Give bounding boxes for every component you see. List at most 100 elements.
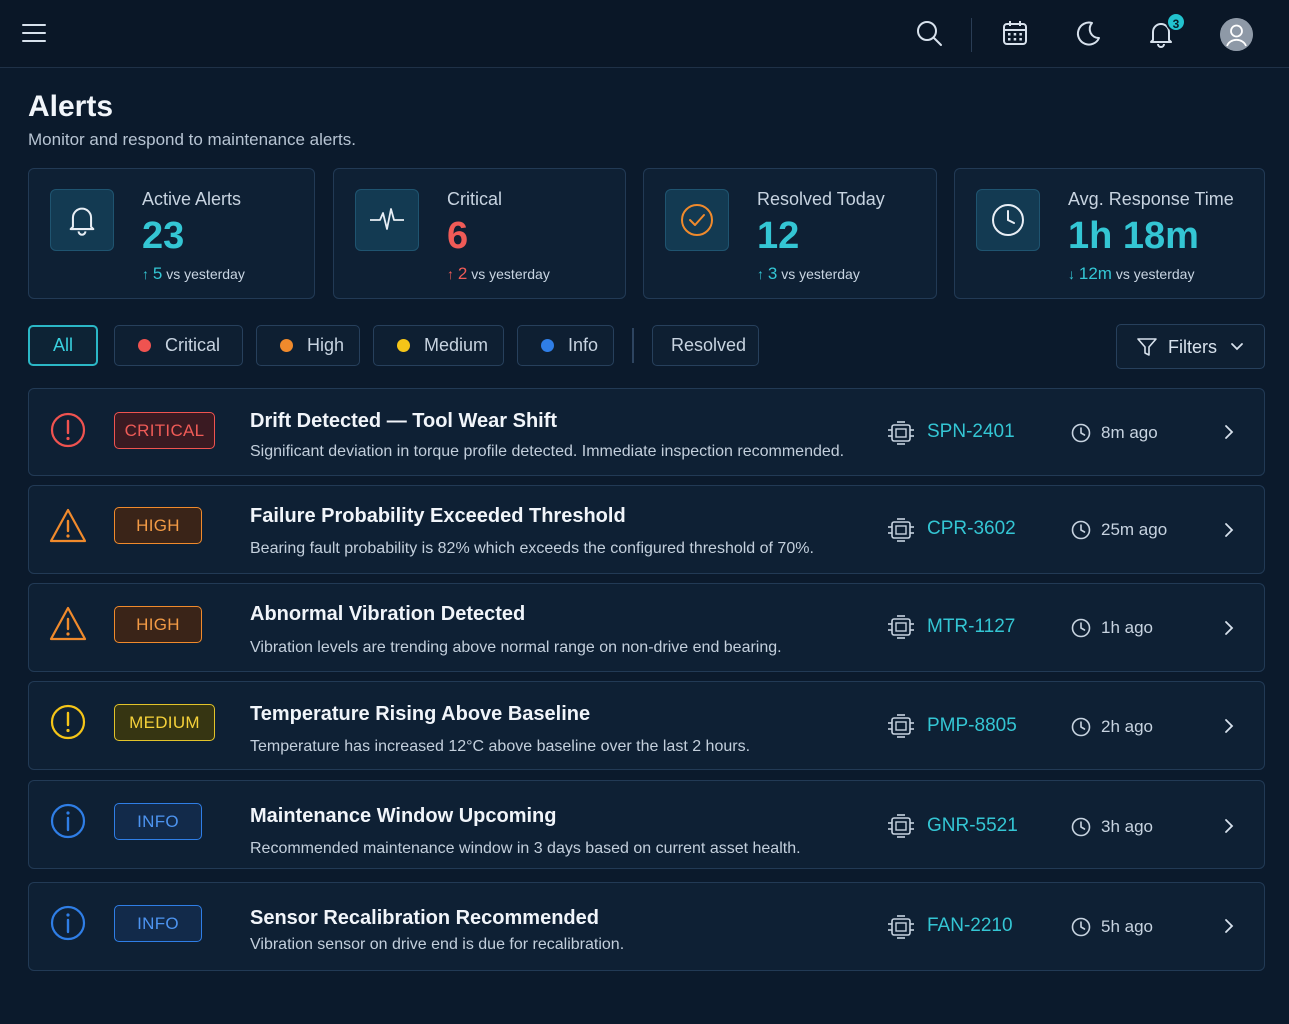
clock-icon <box>1071 520 1091 540</box>
alert-title: Drift Detected — Tool Wear Shift <box>250 410 558 432</box>
funnel-icon <box>1137 338 1157 356</box>
filters-button[interactable]: Filters <box>1116 324 1265 369</box>
alert-description: Bearing fault probability is 82% which e… <box>250 540 814 557</box>
medium-dot-icon <box>397 339 410 352</box>
toolbar-divider <box>971 18 972 52</box>
stat-card-resolved-today: Resolved Today 12 ↑ 3 vs yesterday <box>643 168 937 299</box>
arrow-down-icon: ↓ <box>1068 266 1075 282</box>
clock-icon <box>1071 423 1091 443</box>
chevron-right-icon[interactable] <box>1222 718 1236 734</box>
stat-card-active-alerts: Active Alerts 23 ↑ 5 vs yesterday <box>28 168 315 299</box>
chevron-right-icon[interactable] <box>1222 620 1236 636</box>
stat-delta: ↓ 12m vs yesterday <box>1068 264 1195 283</box>
warning-triangle-icon <box>49 605 87 643</box>
filter-tab-medium[interactable]: Medium <box>373 325 504 366</box>
stat-delta: ↑ 3 vs yesterday <box>757 264 860 283</box>
arrow-up-icon: ↑ <box>142 266 149 282</box>
moon-icon[interactable] <box>1073 18 1103 48</box>
clock-icon <box>1071 917 1091 937</box>
chevron-right-icon[interactable] <box>1222 918 1236 934</box>
alert-description: Vibration sensor on drive end is due for… <box>250 936 625 953</box>
filters-button-label: Filters <box>1168 337 1217 357</box>
chevron-right-icon[interactable] <box>1222 522 1236 538</box>
alert-description: Significant deviation in torque profile … <box>250 443 845 460</box>
alert-time: 8m ago <box>1101 423 1158 442</box>
clock-icon <box>1071 817 1091 837</box>
alert-description: Vibration levels are trending above norm… <box>250 639 782 656</box>
check-circle-icon <box>665 189 729 251</box>
chevron-down-icon <box>1231 343 1243 351</box>
calendar-icon[interactable] <box>1000 18 1030 48</box>
alert-circle-icon <box>49 703 87 741</box>
stat-value: 6 <box>447 215 469 257</box>
high-dot-icon <box>280 339 293 352</box>
stat-label: Avg. Response Time <box>1068 189 1234 209</box>
severity-badge: INFO <box>114 803 202 840</box>
stat-label: Resolved Today <box>757 189 885 209</box>
alert-title: Temperature Rising Above Baseline <box>250 703 591 725</box>
clock-icon <box>1071 618 1091 638</box>
alert-circle-icon <box>49 411 87 449</box>
alert-time: 5h ago <box>1101 917 1153 936</box>
stat-label: Critical <box>447 189 503 209</box>
severity-badge: HIGH <box>114 606 202 643</box>
alert-row[interactable]: HIGH Failure Probability Exceeded Thresh… <box>28 485 1265 574</box>
filter-tab-info[interactable]: Info <box>517 325 614 366</box>
alert-title: Failure Probability Exceeded Threshold <box>250 505 626 527</box>
severity-badge: CRITICAL <box>114 412 215 449</box>
asset-id[interactable]: FAN-2210 <box>927 915 1013 937</box>
filter-tab-critical[interactable]: Critical <box>114 325 243 366</box>
alert-time: 25m ago <box>1101 520 1168 539</box>
stat-card-critical: Critical 6 ↑ 2 vs yesterday <box>333 168 626 299</box>
page-subtitle: Monitor and respond to maintenance alert… <box>28 130 356 149</box>
asset-id[interactable]: MTR-1127 <box>927 616 1015 638</box>
severity-badge: HIGH <box>114 507 202 544</box>
asset-id[interactable]: PMP-8805 <box>927 715 1017 737</box>
top-bar: 3 <box>0 0 1289 68</box>
alert-description: Temperature has increased 12°C above bas… <box>250 738 751 755</box>
alert-row[interactable]: INFO Maintenance Window Upcoming Recomme… <box>28 780 1265 869</box>
alert-time: 2h ago <box>1101 717 1153 736</box>
machine-icon <box>888 814 914 838</box>
notification-badge: 3 <box>1166 12 1186 32</box>
pulse-icon <box>355 189 419 251</box>
alert-time: 3h ago <box>1101 817 1153 836</box>
filter-tab-high[interactable]: High <box>256 325 360 366</box>
clock-icon <box>976 189 1040 251</box>
alert-description: Recommended maintenance window in 3 days… <box>250 840 801 857</box>
alert-time: 1h ago <box>1101 618 1153 637</box>
alert-row[interactable]: CRITICAL Drift Detected — Tool Wear Shif… <box>28 388 1265 476</box>
search-icon[interactable] <box>914 18 944 48</box>
menu-icon[interactable] <box>22 24 46 44</box>
stat-label: Active Alerts <box>142 189 242 209</box>
stat-value: 23 <box>142 215 185 257</box>
page-title: Alerts <box>28 90 114 123</box>
filter-divider <box>632 328 634 363</box>
avatar[interactable] <box>1220 18 1253 51</box>
stat-delta: ↑ 5 vs yesterday <box>142 264 245 283</box>
arrow-up-icon: ↑ <box>757 266 764 282</box>
critical-dot-icon <box>138 339 151 352</box>
severity-badge: INFO <box>114 905 202 942</box>
chevron-right-icon[interactable] <box>1222 424 1236 440</box>
asset-id[interactable]: GNR-5521 <box>927 815 1018 837</box>
asset-id[interactable]: SPN-2401 <box>927 421 1015 443</box>
filter-tab-resolved[interactable]: Resolved <box>652 325 759 366</box>
alert-row[interactable]: INFO Sensor Recalibration Recommended Vi… <box>28 882 1265 971</box>
stat-value: 1h 18m <box>1068 215 1199 257</box>
stat-delta: ↑ 2 vs yesterday <box>447 264 550 283</box>
machine-icon <box>888 518 914 542</box>
bell-icon <box>50 189 114 251</box>
clock-icon <box>1071 717 1091 737</box>
info-circle-icon <box>49 904 87 942</box>
asset-id[interactable]: CPR-3602 <box>927 518 1016 540</box>
alert-title: Maintenance Window Upcoming <box>250 805 557 827</box>
machine-icon <box>888 915 914 939</box>
chevron-right-icon[interactable] <box>1222 818 1236 834</box>
alert-title: Abnormal Vibration Detected <box>250 603 526 625</box>
alert-row[interactable]: HIGH Abnormal Vibration Detected Vibrati… <box>28 583 1265 672</box>
alert-row[interactable]: MEDIUM Temperature Rising Above Baseline… <box>28 681 1265 770</box>
filter-tab-all[interactable]: All <box>28 325 98 366</box>
alert-title: Sensor Recalibration Recommended <box>250 907 599 929</box>
info-circle-icon <box>49 802 87 840</box>
